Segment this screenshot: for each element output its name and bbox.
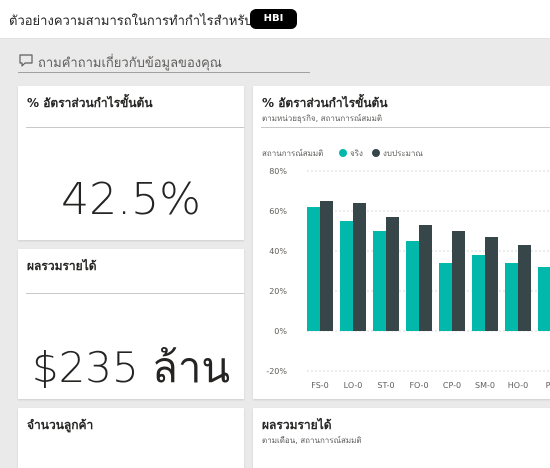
x-tick-label: PU — [546, 381, 550, 390]
bar-SM-0-1 — [485, 237, 498, 331]
revenue-kpi-tile[interactable]: ผลรวมรายได้ $235 ล้าน — [18, 249, 244, 399]
qna-box[interactable]: ถามคำถามเกี่ยวกับข้อมูลของคุณ — [18, 50, 310, 73]
customers-kpi-tile[interactable]: จำนวนลูกค้า — [18, 408, 244, 468]
x-tick-label: HO-0 — [508, 381, 529, 390]
gross-margin-chart-tile[interactable]: % อัตราส่วนกำไรขั้นต้น ตามหน่วยธุรกิจ, ส… — [253, 86, 550, 399]
bar-HO-0-0 — [505, 263, 518, 331]
legend-marker — [372, 149, 380, 157]
bar-ST-0-1 — [386, 217, 399, 331]
tile-title: ผลรวมรายได้ — [262, 418, 332, 432]
bar-FS-0-0 — [307, 207, 320, 331]
clustered-bar-chart[interactable]: สถานการณ์สมมติ จริง งบประมาณ 80% 60% 40% 20% 0%… — [253, 86, 550, 399]
report-title: ตัวอย่างความสามารถในการทำกำไรสำหรับลูกค้… — [9, 14, 285, 29]
x-tick-label: SM-0 — [475, 381, 495, 390]
tile-title: % อัตราส่วนกำไรขั้นต้น — [27, 96, 153, 110]
divider — [26, 293, 244, 294]
divider — [26, 127, 244, 128]
x-tick-label: ST-0 — [377, 381, 394, 390]
y-tick-label: 0% — [274, 327, 287, 336]
bar-FO-0-0 — [406, 241, 419, 331]
bar-SM-0-0 — [472, 255, 485, 331]
y-tick-label: 40% — [269, 247, 287, 256]
chat-icon — [19, 54, 33, 67]
legend-title: สถานการณ์สมมติ — [262, 148, 323, 158]
y-tick-label: 60% — [269, 207, 287, 216]
y-tick-label: 20% — [269, 287, 287, 296]
bar-CP-0-0 — [439, 263, 452, 331]
x-tick-label: LO-0 — [344, 381, 363, 390]
x-tick-label: FS-0 — [311, 381, 329, 390]
legend-label: จริง — [350, 149, 363, 158]
tile-title: ผลรวมรายได้ — [27, 259, 97, 273]
legend-label: งบประมาณ — [383, 149, 423, 158]
qna-placeholder: ถามคำถามเกี่ยวกับข้อมูลของคุณ — [38, 56, 222, 71]
bar-FO-0-1 — [419, 225, 432, 331]
kpi-value: $235 ล้าน — [31, 343, 231, 392]
bar-LO-0-1 — [353, 203, 366, 331]
bar-HO-0-1 — [518, 245, 531, 331]
bar-CP-0-1 — [452, 231, 465, 331]
y-tick-label: -20% — [266, 367, 287, 376]
report-header: ตัวอย่างความสามารถในการทำกำไรสำหรับลูกค้… — [0, 0, 550, 39]
revenue-chart-tile[interactable]: ผลรวมรายได้ ตามเดือน, สถานการณ์สมมติ — [253, 408, 550, 468]
tile-title: จำนวนลูกค้า — [27, 418, 94, 432]
kpi-value: 42.5% — [61, 174, 201, 225]
bar-LO-0-0 — [340, 221, 353, 331]
x-tick-label: FO-0 — [409, 381, 428, 390]
gross-margin-kpi-tile[interactable]: % อัตราส่วนกำไรขั้นต้น 42.5% — [18, 86, 244, 240]
legend-marker — [339, 149, 347, 157]
sensitivity-badge[interactable]: HBI — [250, 9, 297, 29]
bar-ST-0-0 — [373, 231, 386, 331]
bar-FS-0-1 — [320, 201, 333, 331]
bar-PU-0 — [538, 267, 550, 331]
x-tick-label: CP-0 — [443, 381, 461, 390]
tile-subtitle: ตามเดือน, สถานการณ์สมมติ — [262, 436, 362, 445]
y-tick-label: 80% — [269, 167, 287, 176]
